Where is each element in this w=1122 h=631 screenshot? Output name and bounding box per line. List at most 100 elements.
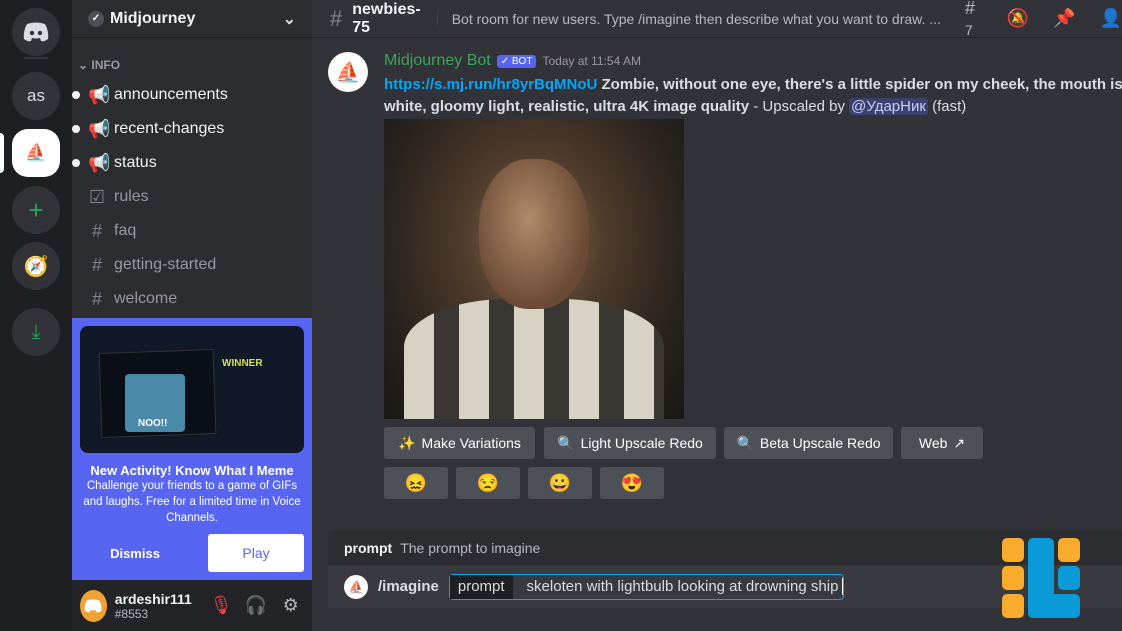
option-description: The prompt to imagine (400, 539, 541, 556)
channel-label: getting-started (114, 256, 217, 273)
channel-label: faq (114, 222, 137, 239)
username: ardeshir111 (114, 590, 192, 607)
promo-title: New Activity! Know What I Meme (90, 463, 294, 478)
user-panel: ardeshir111 #8553 🎙 🎧 ⚙ (72, 580, 312, 631)
checkbox-icon: ☑ (88, 186, 106, 207)
avatar[interactable] (80, 589, 107, 622)
pin-icon[interactable]: 📌 (1053, 8, 1075, 29)
explore-compass-icon[interactable]: 🧭 (12, 242, 60, 290)
megaphone-icon: 📢 (88, 84, 111, 105)
light-upscale-redo-button[interactable]: 🔍 Light Upscale Redo (544, 427, 716, 459)
message-link[interactable]: https://s.mj.run/hr8yrBqMNoU (384, 76, 597, 93)
unread-dot (72, 91, 80, 99)
promo-image: NOO!! WINNER (80, 326, 304, 453)
magnifier-icon: 🔍 (557, 434, 575, 451)
timestamp: Today at 11:54 AM (542, 54, 641, 68)
members-icon[interactable]: 👤 (1100, 8, 1122, 29)
add-server-icon[interactable]: + (12, 186, 60, 234)
channel-label: welcome (114, 290, 178, 307)
mute-bell-icon[interactable]: 🔕 (1007, 8, 1029, 29)
channel-sidebar: ✓ Midjourney ⌄ ⌄ INFO 📢 announcements 📢 re… (72, 0, 312, 631)
prompt-input[interactable]: skeloten with lightbulb looking at drown… (513, 578, 844, 595)
mic-muted-icon[interactable]: 🎙 (208, 595, 235, 616)
promo-winner-text: WINNER (222, 358, 263, 369)
sparkle-icon: ✨ (398, 434, 416, 451)
channel-label: announcements (114, 86, 228, 103)
reaction-button[interactable]: 😖 (384, 467, 448, 499)
channel-welcome[interactable]: # welcome (80, 284, 304, 314)
chevron-down-icon[interactable]: ⌄ (283, 9, 296, 29)
reaction-button[interactable]: 😀 (528, 467, 592, 499)
activity-promo-card: NOO!! WINNER New Activity! Know What I M… (72, 318, 312, 580)
make-variations-button[interactable]: ✨ Make Variations (384, 427, 535, 459)
external-link-icon: ↗ (953, 434, 966, 451)
dismiss-button[interactable]: Dismiss (80, 546, 190, 561)
channel-topic[interactable]: Bot room for new users. Type /imagine th… (436, 10, 941, 27)
threads-count: 7 (964, 21, 973, 38)
headphones-icon[interactable]: 🎧 (243, 595, 270, 616)
user-tag: #8553 (114, 606, 149, 621)
channel-label: status (114, 154, 157, 171)
reaction-button[interactable]: 😒 (456, 467, 520, 499)
magnifier-icon: 🔍 (736, 434, 754, 451)
megaphone-icon: 📢 (88, 118, 111, 139)
midjourney-server-icon[interactable]: ⛵ (12, 129, 60, 177)
download-icon[interactable]: ⤓ (12, 308, 60, 356)
bot-avatar[interactable]: ⛵ (328, 52, 368, 92)
option-key: prompt (449, 574, 513, 599)
watermark-logo (1002, 538, 1082, 618)
reaction-button[interactable]: 😍 (600, 467, 664, 499)
bot-badge: ✓ BOT (496, 54, 537, 68)
channel-name: newbies-75 (352, 0, 421, 36)
channel-getting-started[interactable]: # getting-started (80, 250, 304, 280)
verified-icon: ✓ (88, 10, 104, 27)
category-info[interactable]: ⌄ INFO (78, 58, 120, 72)
hash-icon: # (91, 220, 102, 241)
channel-label: recent-changes (114, 120, 225, 137)
prompt-text-2: white, gloomy light, realistic, ultra 4K… (384, 98, 750, 115)
channel-rules[interactable]: ☑ rules (80, 182, 304, 212)
channel-status[interactable]: 📢 status (72, 148, 304, 178)
message-content: https://s.mj.run/hr8yrBqMNoU Zombie, wit… (384, 74, 1122, 118)
server-header[interactable]: ✓ Midjourney ⌄ (72, 0, 312, 38)
speed-label: (fast) (927, 98, 967, 115)
option-name: prompt (344, 539, 393, 556)
rail-divider (24, 57, 48, 59)
button-label: Beta Upscale Redo (759, 435, 881, 451)
web-button[interactable]: Web ↗ (901, 427, 983, 459)
promo-image-caption: NOO!! (138, 418, 168, 429)
promo-body: Challenge your friends to a game of GIFs… (83, 480, 301, 524)
server-name: Midjourney (110, 9, 196, 27)
threads-icon[interactable]: # 7 (965, 0, 983, 40)
server-rail: as ⛵ + 🧭 ⤓ (0, 0, 72, 631)
megaphone-icon: 📢 (88, 152, 111, 173)
prompt-option-field[interactable]: prompt skeloten with lightbulb looking a… (448, 573, 845, 600)
unread-dot (72, 159, 80, 167)
channel-faq[interactable]: # faq (80, 216, 304, 246)
channel-label: rules (114, 188, 149, 205)
channel-header: # newbies-75 Bot room for new users. Typ… (312, 0, 1122, 38)
server-as[interactable]: as (12, 72, 60, 120)
upscaled-by: - Upscaled by (749, 98, 850, 115)
hash-lock-icon: # (330, 5, 343, 31)
channel-announcements[interactable]: 📢 announcements (72, 80, 304, 110)
prompt-text-1: Zombie, without one eye, there's a littl… (597, 76, 1122, 93)
category-label: INFO (91, 58, 121, 72)
channel-recent-changes[interactable]: 📢 recent-changes (72, 114, 304, 144)
beta-upscale-redo-button[interactable]: 🔍 Beta Upscale Redo (724, 427, 893, 459)
user-mention[interactable]: @УдарНик (849, 98, 928, 115)
discord-home-icon[interactable] (12, 8, 60, 56)
button-label: Light Upscale Redo (580, 435, 703, 451)
button-label: Make Variations (421, 435, 521, 451)
slash-command: /imagine (378, 578, 439, 595)
play-button[interactable]: Play (208, 534, 304, 572)
gear-icon[interactable]: ⚙ (277, 595, 304, 616)
generated-image[interactable] (384, 119, 684, 419)
author-name[interactable]: Midjourney Bot (384, 52, 491, 70)
hash-icon: # (91, 288, 102, 309)
selected-indicator (0, 133, 4, 173)
button-label: Web (918, 435, 948, 451)
hash-icon: # (91, 254, 102, 275)
bot-command-icon: ⛵ (344, 574, 368, 599)
unread-dot (72, 125, 80, 133)
